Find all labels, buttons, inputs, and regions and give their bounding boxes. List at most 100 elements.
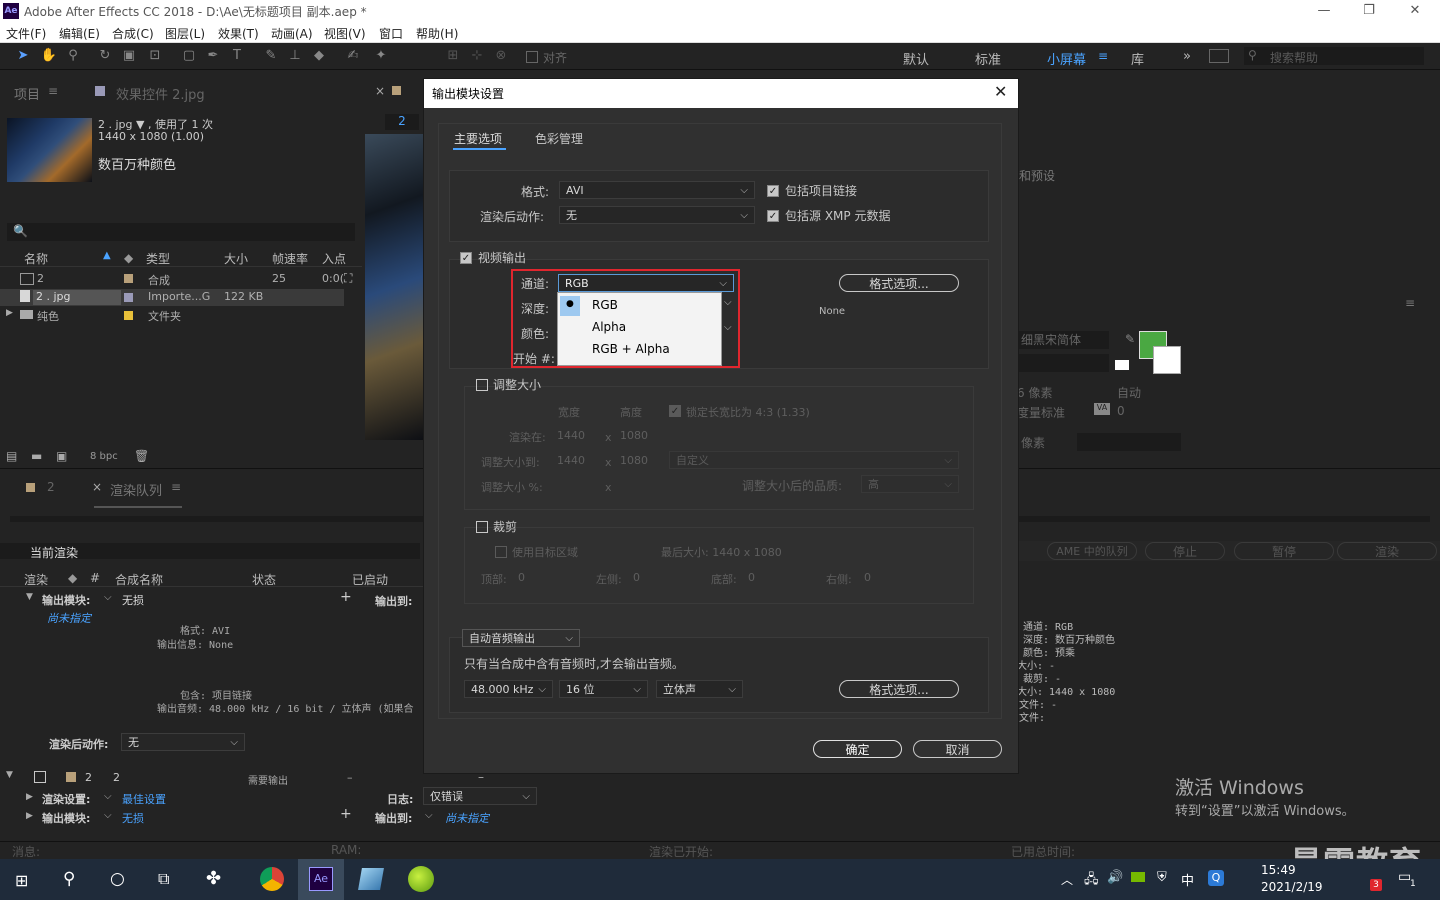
world-axis-icon[interactable]: ⊹ xyxy=(468,48,486,64)
collapse-arrow-icon[interactable]: ▼ xyxy=(6,770,13,780)
log-select[interactable]: 仅错误 ⌵ xyxy=(423,787,537,805)
after-effects-taskbar-button[interactable]: Ae xyxy=(298,859,344,900)
add-output-module-button[interactable]: + xyxy=(340,589,352,605)
render-queue-tab[interactable]: 渲染队列 xyxy=(110,480,162,499)
flowchart-icon[interactable]: ⛶ xyxy=(344,271,352,286)
bit-depth-button[interactable]: 8 bpc xyxy=(90,451,118,462)
security-shield-icon[interactable]: ⛨ xyxy=(1157,870,1167,885)
show-hidden-icons-icon[interactable]: ︿ xyxy=(1061,871,1073,888)
workspace-library[interactable]: 库 xyxy=(1131,49,1144,68)
render-item-row[interactable]: ▼ 2 2 需要输出 – xyxy=(0,770,423,787)
output-module-dropdown-icon[interactable]: ⌵ xyxy=(104,810,112,821)
render-settings-link[interactable]: 最佳设置 xyxy=(122,791,166,807)
col-render[interactable]: 渲染 xyxy=(24,571,48,588)
workspace-menu-icon[interactable]: ≡ xyxy=(1098,49,1108,63)
col-status[interactable]: 状态 xyxy=(252,571,276,588)
cortana-icon[interactable]: ○ xyxy=(110,869,125,889)
menu-help[interactable]: 帮助(H) xyxy=(416,25,458,42)
render-settings-dropdown-icon[interactable]: ⌵ xyxy=(104,791,112,802)
chrome-icon[interactable] xyxy=(260,867,284,891)
stroke-type-select[interactable] xyxy=(1077,433,1181,451)
new-composition-icon[interactable]: ▣ xyxy=(56,449,67,463)
rotate-tool-icon[interactable]: ↻ xyxy=(96,48,114,64)
network-icon[interactable]: 🖧 xyxy=(1084,870,1099,892)
menu-effect[interactable]: 效果(T) xyxy=(218,25,259,42)
windows-start-icon[interactable]: ⊞ xyxy=(15,871,28,890)
search-icon[interactable]: ⚲ xyxy=(63,869,75,889)
collapse-arrow-icon[interactable]: ▼ xyxy=(26,592,33,602)
render-checkbox[interactable] xyxy=(34,771,46,783)
sort-ascending-icon[interactable]: ▲ xyxy=(103,250,111,261)
use-roi-checkbox[interactable] xyxy=(495,546,507,558)
help-search-box[interactable]: ⚲ 搜索帮助 xyxy=(1244,47,1424,65)
tennis-ball-app-icon[interactable] xyxy=(408,866,434,892)
resize-quality-select[interactable]: 高 ⌵ xyxy=(861,475,959,493)
dialog-close-button[interactable]: ✕ xyxy=(994,82,1007,101)
new-folder-icon[interactable]: ▬ xyxy=(31,449,42,463)
selection-tool-icon[interactable]: ➤ xyxy=(14,48,32,64)
workspace-standard[interactable]: 标准 xyxy=(975,49,1001,68)
crop-checkbox[interactable] xyxy=(476,521,488,533)
resize-checkbox[interactable] xyxy=(476,379,488,391)
video-output-checkbox[interactable]: ✓ xyxy=(460,252,472,264)
close-render-queue-icon[interactable]: × xyxy=(92,480,102,494)
interpret-footage-icon[interactable]: ▤ xyxy=(6,449,17,463)
col-type[interactable]: 类型 xyxy=(146,250,170,267)
format-select[interactable]: AVI ⌵ xyxy=(559,181,755,199)
include-xmp-checkbox[interactable]: ✓ xyxy=(767,210,779,222)
task-view-icon[interactable]: ⧉ xyxy=(158,869,169,889)
table-row[interactable]: ▶ 纯色 文件夹 xyxy=(0,307,344,324)
expand-arrow-icon[interactable]: ▶ xyxy=(26,811,33,821)
post-render-select[interactable]: 无 ⌵ xyxy=(121,733,245,751)
type-tool-icon[interactable]: T xyxy=(228,48,246,64)
output-module-dropdown-icon[interactable]: ⌵ xyxy=(104,592,112,603)
delete-icon[interactable]: 🗑 xyxy=(134,449,149,463)
volume-icon[interactable]: 🔊 xyxy=(1107,870,1123,885)
pause-button[interactable]: 暂停 xyxy=(1234,542,1334,560)
local-axis-icon[interactable]: ⊞ xyxy=(444,48,462,64)
output-module-link[interactable]: 无损 xyxy=(122,810,144,826)
menu-file[interactable]: 文件(F) xyxy=(6,25,46,42)
audio-format-options-button[interactable]: 格式选项... xyxy=(839,680,959,698)
font-style-select[interactable] xyxy=(1017,354,1109,372)
ok-button[interactable]: 确定 xyxy=(813,740,902,758)
view-axis-icon[interactable]: ⊗ xyxy=(492,48,510,64)
col-in-point[interactable]: 入点 xyxy=(322,250,346,267)
resize-preset-select[interactable]: 自定义 ⌵ xyxy=(669,451,959,469)
menu-layer[interactable]: 图层(L) xyxy=(165,25,205,42)
tab-main-options[interactable]: 主要选项 xyxy=(454,130,502,147)
queue-in-ame-button[interactable]: AME 中的队列 xyxy=(1047,542,1137,560)
no-fill-icon[interactable] xyxy=(1115,360,1129,370)
col-started[interactable]: 已启动 xyxy=(352,571,388,588)
more-workspaces-button[interactable]: » xyxy=(1183,49,1191,64)
shape-tool-icon[interactable]: ▢ xyxy=(180,48,198,64)
menu-view[interactable]: 视图(V) xyxy=(324,25,366,42)
menu-edit[interactable]: 编辑(E) xyxy=(59,25,100,42)
col-index[interactable]: # xyxy=(90,571,100,585)
nvidia-icon[interactable] xyxy=(1131,872,1145,882)
menu-composition[interactable]: 合成(C) xyxy=(112,25,154,42)
menu-animation[interactable]: 动画(A) xyxy=(271,25,313,42)
close-comp-tab-icon[interactable]: × xyxy=(375,84,385,98)
workspace-small-screen[interactable]: 小屏幕 xyxy=(1047,49,1086,68)
pinwheel-app-icon[interactable]: ✤ xyxy=(206,868,221,889)
render-button[interactable]: 渲染 xyxy=(1337,542,1437,560)
brush-tool-icon[interactable]: ✎ xyxy=(262,48,280,64)
snap-checkbox[interactable] xyxy=(526,51,538,63)
project-search-input[interactable]: 🔍 xyxy=(7,223,355,241)
audio-mode-select[interactable]: 自动音频输出 ⌵ xyxy=(462,629,580,647)
qq-icon[interactable]: Q xyxy=(1208,870,1224,886)
stroke-color-swatch[interactable] xyxy=(1153,346,1181,374)
comp-tab-number[interactable]: 2 xyxy=(385,114,419,130)
not-specified-link[interactable]: 尚未指定 xyxy=(47,610,91,626)
clock-date[interactable]: 2021/2/19 xyxy=(1261,880,1323,894)
audio-channels-select[interactable]: 立体声 ⌵ xyxy=(656,680,743,698)
font-family-select[interactable]: 细黑宋简体 xyxy=(1017,331,1109,349)
post-render-action-select[interactable]: 无 ⌵ xyxy=(559,206,755,224)
maximize-button[interactable]: ❐ xyxy=(1359,2,1379,20)
tab-project[interactable]: 项目 xyxy=(14,84,40,103)
sample-rate-select[interactable]: 48.000 kHz ⌵ xyxy=(464,680,553,698)
cancel-button[interactable]: 取消 xyxy=(913,740,1002,758)
stop-button[interactable]: 停止 xyxy=(1145,542,1225,560)
include-project-link-checkbox[interactable]: ✓ xyxy=(767,185,779,197)
